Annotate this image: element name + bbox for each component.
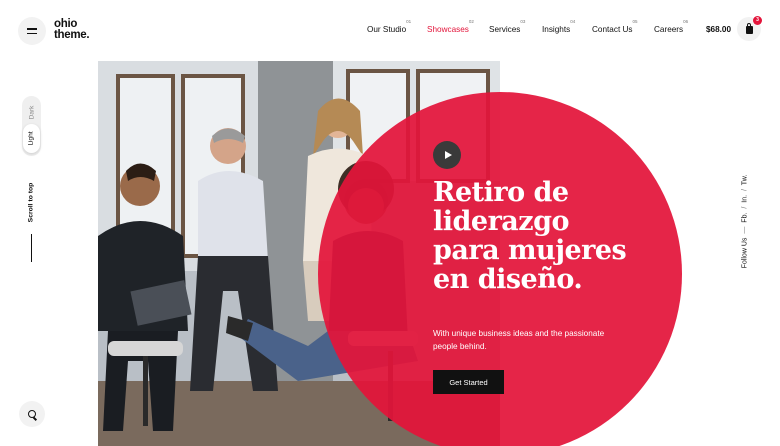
dash-separator: — bbox=[741, 226, 749, 234]
search-button[interactable] bbox=[19, 401, 45, 427]
menu-button[interactable] bbox=[18, 17, 46, 45]
scroll-to-top-link[interactable]: Scroll to top bbox=[28, 183, 35, 264]
nav-number: 03 bbox=[520, 19, 526, 24]
headline-line-3: para mujeres bbox=[433, 235, 627, 266]
scroll-line bbox=[31, 234, 32, 262]
cart-total[interactable]: $68.00 bbox=[706, 25, 731, 34]
nav-number: 04 bbox=[570, 19, 576, 24]
nav-item-our-studio[interactable]: Our Studio 01 bbox=[367, 19, 411, 34]
logo[interactable]: ohio theme. bbox=[54, 18, 90, 41]
get-started-button[interactable]: Get Started bbox=[433, 370, 504, 394]
facebook-link[interactable]: Fb. bbox=[742, 213, 749, 223]
cart-count-badge: 3 bbox=[753, 16, 762, 25]
light-mode-label: Light bbox=[27, 131, 35, 146]
headline-line-4: en diseño. bbox=[433, 264, 583, 295]
play-video-button[interactable] bbox=[433, 141, 461, 169]
nav-item-services[interactable]: Services 03 bbox=[489, 19, 525, 34]
nav-item-careers[interactable]: Careers 06 bbox=[654, 19, 688, 34]
light-mode-option[interactable]: Light bbox=[23, 124, 40, 153]
nav-number: 05 bbox=[632, 19, 638, 24]
dark-mode-label: Dark bbox=[27, 105, 35, 119]
shopping-bag-icon bbox=[745, 23, 753, 34]
nav-item-contact-us[interactable]: Contact Us 05 bbox=[592, 19, 638, 34]
hero-headline: Retiro de liderazgo para mujeres en dise… bbox=[433, 178, 673, 294]
follow-us-label: Follow Us bbox=[741, 237, 749, 269]
headline-line-1: Retiro de bbox=[433, 177, 569, 208]
nav-label: Our Studio bbox=[367, 25, 407, 34]
nav-label: Services bbox=[489, 25, 521, 34]
slash-separator: / bbox=[741, 206, 749, 209]
nav-label: Insights bbox=[542, 25, 571, 34]
search-icon bbox=[28, 410, 36, 418]
hamburger-icon bbox=[27, 28, 37, 34]
color-mode-toggle[interactable]: Dark Light bbox=[22, 96, 41, 156]
dark-mode-option[interactable]: Dark bbox=[22, 100, 41, 124]
nav-label: Careers bbox=[654, 25, 684, 34]
logo-line2: theme. bbox=[54, 29, 90, 41]
hero-subtext: With unique business ideas and the passi… bbox=[433, 329, 605, 351]
nav-item-showcases[interactable]: Showcases 02 bbox=[427, 19, 474, 34]
nav-label: Showcases bbox=[427, 25, 469, 34]
nav-number: 06 bbox=[683, 19, 689, 24]
nav-number: 01 bbox=[406, 19, 412, 24]
nav-number: 02 bbox=[468, 19, 474, 24]
twitter-link[interactable]: Tw. bbox=[742, 175, 749, 186]
nav-item-insights[interactable]: Insights 04 bbox=[542, 19, 575, 34]
slash-separator: / bbox=[741, 189, 749, 191]
headline-line-2: liderazgo bbox=[433, 206, 570, 237]
nav-label: Contact Us bbox=[592, 25, 633, 34]
linkedin-link[interactable]: In. bbox=[742, 195, 749, 203]
play-icon bbox=[444, 151, 452, 159]
scroll-to-top-label: Scroll to top bbox=[27, 182, 35, 223]
